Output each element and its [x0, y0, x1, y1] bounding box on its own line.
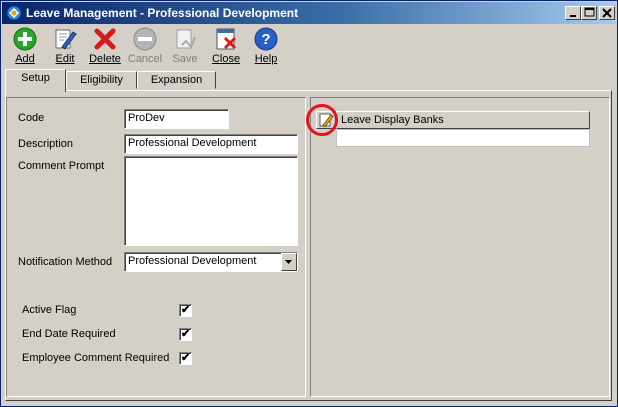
main-window: Leave Management - Professional Developm… — [0, 0, 618, 407]
help-icon: ? — [254, 27, 278, 51]
cancel-label: Cancel — [127, 53, 163, 65]
active-flag-label: Active Flag — [22, 304, 77, 316]
maximize-icon — [584, 7, 595, 17]
minimize-button[interactable] — [565, 6, 581, 20]
add-icon — [13, 27, 37, 51]
cancel-button[interactable]: Cancel — [125, 25, 165, 69]
delete-label: Delete — [89, 53, 121, 65]
end-date-required-label: End Date Required — [22, 328, 116, 340]
edit-icon — [55, 29, 77, 50]
notification-method-value: Professional Development — [128, 255, 257, 267]
dropdown-button[interactable] — [281, 253, 297, 271]
checkmark-icon: ✔ — [181, 352, 191, 364]
close-icon — [602, 8, 612, 18]
app-icon — [6, 5, 22, 21]
leave-display-banks-grid[interactable]: Leave Display Banks — [336, 111, 590, 147]
notification-method-label: Notification Method — [18, 256, 113, 268]
description-field[interactable]: Professional Development — [124, 134, 298, 154]
tab-eligibility[interactable]: Eligibility — [66, 71, 137, 89]
tab-expansion[interactable]: Expansion — [137, 71, 216, 89]
code-label: Code — [18, 112, 45, 124]
highlight-circle — [306, 104, 338, 136]
window-title: Leave Management - Professional Developm… — [26, 6, 299, 20]
add-label: Add — [15, 53, 35, 65]
employee-comment-required-checkbox[interactable]: ✔ — [179, 352, 192, 365]
grid-column-header[interactable]: Leave Display Banks — [336, 111, 590, 129]
minimize-icon — [570, 15, 576, 17]
delete-icon — [94, 28, 116, 50]
save-icon — [176, 29, 196, 49]
chevron-down-icon — [285, 260, 292, 264]
save-button[interactable]: Save — [165, 25, 205, 69]
edit-button[interactable]: Edit — [45, 25, 85, 69]
table-row[interactable] — [336, 129, 590, 147]
close-label: Close — [211, 53, 241, 65]
comment-prompt-label: Comment Prompt — [18, 160, 105, 172]
help-button[interactable]: ? Help — [246, 25, 286, 69]
close-doc-icon — [216, 28, 237, 50]
end-date-required-checkbox[interactable]: ✔ — [179, 328, 192, 341]
description-label: Description — [18, 138, 74, 150]
tab-strip: Setup Eligibility Expansion — [5, 69, 305, 92]
checkmark-icon: ✔ — [181, 328, 191, 340]
help-label: Help — [254, 53, 278, 65]
notification-method-select[interactable]: Professional Development — [124, 252, 298, 272]
cancel-icon — [133, 27, 157, 51]
code-field[interactable]: ProDev — [124, 109, 229, 129]
edit-label: Edit — [55, 53, 75, 65]
comment-prompt-field[interactable] — [124, 156, 298, 246]
active-flag-checkbox[interactable]: ✔ — [179, 304, 192, 317]
checkmark-icon: ✔ — [181, 304, 191, 316]
close-button[interactable]: Close — [206, 25, 246, 69]
toolbar: Add Edit Delete Cancel Save Close ? Help — [2, 25, 616, 69]
close-window-button[interactable] — [599, 6, 615, 20]
title-bar[interactable]: Leave Management - Professional Developm… — [2, 2, 616, 24]
maximize-button[interactable] — [581, 6, 597, 20]
save-label: Save — [172, 53, 198, 65]
employee-comment-required-label: Employee Comment Required — [22, 352, 170, 364]
delete-button[interactable]: Delete — [85, 25, 125, 69]
svg-text:?: ? — [261, 31, 270, 48]
tab-setup[interactable]: Setup — [5, 69, 66, 92]
add-button[interactable]: Add — [5, 25, 45, 69]
